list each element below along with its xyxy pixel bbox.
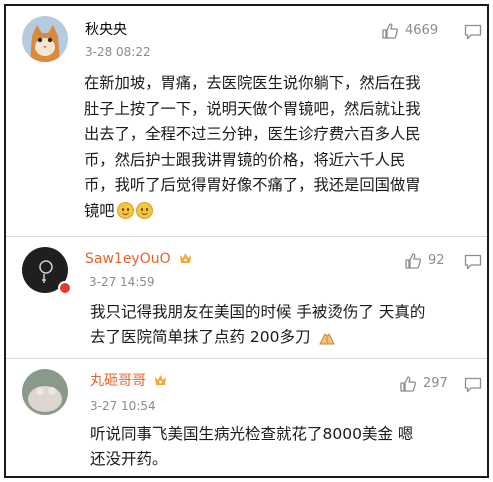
- smile-emoji-icon: [135, 201, 153, 219]
- comment-icon[interactable]: [464, 24, 482, 40]
- comment-text-line: 镜吧: [84, 201, 115, 220]
- comment-text-line: 去了医院简单抹了点药 200多刀: [90, 328, 311, 346]
- vip-badge-icon: [155, 375, 167, 385]
- thumbs-up-icon: [382, 23, 398, 39]
- comment-list: 秋央央 3-28 08:22 4669 在新加坡，胃痛，去医院医生说你躺下，然后…: [4, 4, 489, 478]
- username[interactable]: Saw1eyOuO: [85, 250, 193, 268]
- vip-badge-icon: [180, 253, 192, 263]
- comment-text-line: 币，我听了后觉得胃好像不痛了，我还是回国做胃: [84, 176, 421, 194]
- username[interactable]: 丸砸哥哥: [90, 372, 168, 390]
- comment-text-line: 币，然后护士跟我讲胃镜的价格，将近六千人民: [84, 150, 406, 169]
- comment-icon[interactable]: [464, 377, 482, 393]
- like-count: 4669: [405, 23, 439, 38]
- like-button[interactable]: 92: [404, 252, 445, 270]
- comment-text: 我只记得我朋友在美国的时候 手被烫伤了 天真的 去了医院简单抹了点药 200多刀: [90, 300, 425, 350]
- comment-item: 秋央央 3-28 08:22 4669 在新加坡，胃痛，去医院医生说你躺下，然后…: [6, 6, 487, 237]
- username-text: 丸砸哥哥: [90, 373, 146, 389]
- comment-text-line: 我只记得我朋友在美国的时候 手被烫伤了 天真的: [90, 303, 426, 321]
- thumbs-up-icon: [405, 253, 421, 269]
- comment-text-line: 还没开药。: [90, 450, 168, 468]
- timestamp: 3-28 08:22: [85, 45, 151, 59]
- comment-item: Saw1eyOuO 3-27 14:59 92 我只记得我朋友在美国的时候 手被…: [6, 237, 487, 359]
- like-button[interactable]: 4669: [381, 22, 438, 40]
- comment-text: 听说同事飞美国生病光检查就花了8000美金 嗯 还没开药。: [90, 422, 413, 472]
- comment-text-line: 在新加坡，胃痛，去医院医生说你躺下，然后在我: [84, 74, 421, 92]
- username-text: Saw1eyOuO: [85, 251, 171, 267]
- comment-text-line: 出去了，全程不过三分钟，医生诊疗费六百多人民: [84, 125, 421, 143]
- avatar[interactable]: [22, 16, 68, 62]
- verified-badge: [58, 281, 72, 295]
- comment-item: 丸砸哥哥 3-27 10:54 297 听说同事飞美国生病光检查就花了8000美…: [6, 359, 487, 476]
- like-count: 297: [423, 376, 448, 391]
- praying-hands-emoji-icon: [319, 333, 336, 345]
- avatar[interactable]: [22, 369, 68, 415]
- comment-icon[interactable]: [464, 254, 482, 270]
- comment-text-last-line: 去了医院简单抹了点药 200多刀: [90, 325, 425, 350]
- comment-text-line: 肚子上按了一下，说明天做个胃镜吧，然后就让我: [84, 99, 421, 118]
- timestamp: 3-27 10:54: [90, 399, 156, 413]
- comment-text-last-line: 镜吧: [84, 199, 421, 225]
- like-count: 92: [428, 253, 445, 268]
- timestamp: 3-27 14:59: [89, 275, 155, 289]
- comment-text-line: 听说同事飞美国生病光检查就花了8000美金 嗯: [90, 425, 414, 443]
- thumbs-up-icon: [400, 376, 416, 392]
- username[interactable]: 秋央央: [85, 21, 127, 39]
- comment-text: 在新加坡，胃痛，去医院医生说你躺下，然后在我 肚子上按了一下，说明天做个胃镜吧，…: [84, 71, 421, 224]
- smile-emoji-icon: [116, 201, 134, 219]
- like-button[interactable]: 297: [399, 375, 448, 393]
